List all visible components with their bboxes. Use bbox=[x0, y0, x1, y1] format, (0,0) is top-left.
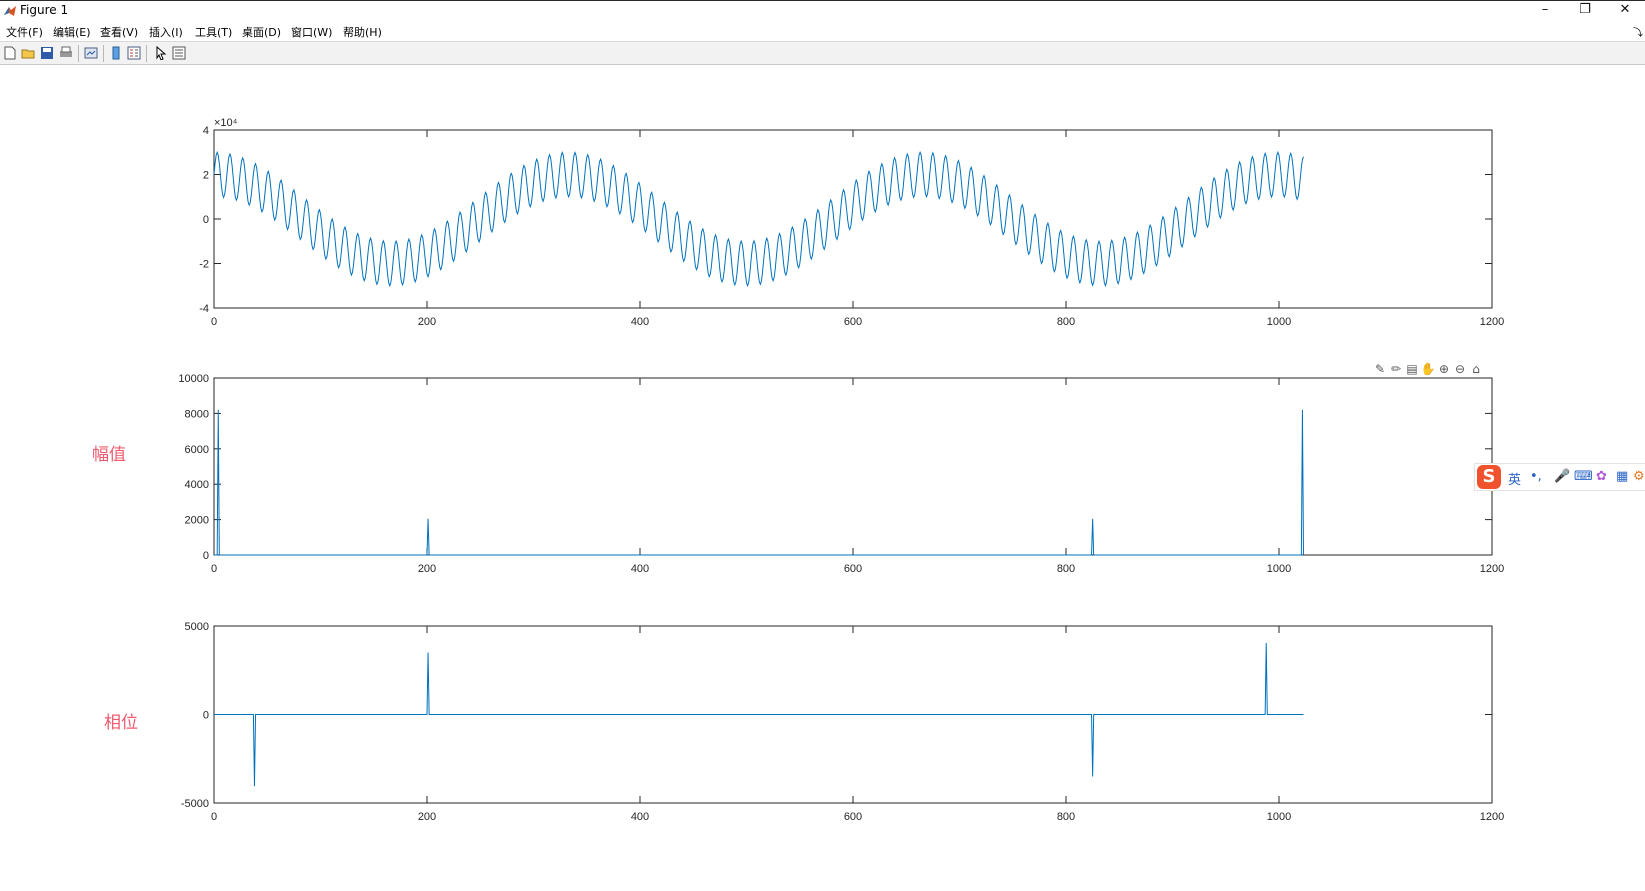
property-inspector-icon[interactable] bbox=[172, 46, 186, 60]
print-icon[interactable] bbox=[59, 46, 73, 60]
y-tick-label: 6000 bbox=[185, 444, 209, 456]
y-tick-label: 2 bbox=[203, 170, 209, 182]
axes-box bbox=[213, 377, 1493, 556]
x-tick-label: 400 bbox=[631, 316, 649, 328]
x-tick-label: 400 bbox=[631, 811, 649, 823]
x-tick-label: 1000 bbox=[1267, 811, 1291, 823]
x-tick-label: 400 bbox=[631, 563, 649, 575]
magnitude-label: 幅值 bbox=[92, 445, 126, 465]
x-tick-label: 200 bbox=[418, 563, 436, 575]
sogou-logo-icon[interactable]: S bbox=[1477, 465, 1501, 489]
keyboard-icon[interactable]: ⌨ bbox=[1574, 469, 1593, 484]
x-tick-label: 600 bbox=[844, 811, 862, 823]
x-tick-label: 200 bbox=[418, 316, 436, 328]
x-tick-label: 1200 bbox=[1480, 811, 1504, 823]
y-exponent-label: ×10⁴ bbox=[214, 117, 238, 129]
menu-edit[interactable]: 编辑(E) bbox=[53, 24, 91, 40]
menu-tools[interactable]: 工具(T) bbox=[195, 24, 232, 40]
figure-canvas: 0 200 400 600 800 1000 1200 -4 -2 0 2 4 ×10⁴ 0 200 400 6… bbox=[0, 65, 1645, 887]
insert-legend-icon[interactable] bbox=[127, 46, 141, 60]
x-tick-label: 800 bbox=[1057, 563, 1075, 575]
y-tick-label: 5000 bbox=[185, 621, 209, 633]
y-tick-label: 2000 bbox=[185, 515, 209, 527]
window-title: Figure 1 bbox=[20, 3, 69, 17]
link-plot-icon[interactable] bbox=[84, 46, 98, 60]
menu-help[interactable]: 帮助(H) bbox=[343, 24, 382, 40]
menu-view[interactable]: 查看(V) bbox=[100, 24, 138, 40]
y-tick-label: -5000 bbox=[181, 798, 209, 810]
edit-plot-icon[interactable] bbox=[154, 46, 168, 60]
x-tick-label: 800 bbox=[1057, 811, 1075, 823]
y-tick-label: 10000 bbox=[178, 373, 209, 385]
menu-insert[interactable]: 插入(I) bbox=[149, 24, 183, 40]
microphone-icon[interactable]: 🎤 bbox=[1554, 469, 1570, 484]
ime-mode-toggle[interactable]: 英 bbox=[1508, 469, 1521, 488]
save-icon[interactable] bbox=[40, 46, 54, 60]
figure-toolbar bbox=[0, 41, 1645, 65]
brush-icon[interactable]: ✏ bbox=[1388, 361, 1404, 377]
x-tick-label: 0 bbox=[211, 563, 217, 575]
x-tick-label: 1000 bbox=[1267, 563, 1291, 575]
skin-icon[interactable]: ✿ bbox=[1596, 469, 1607, 484]
menu-file[interactable]: 文件(F) bbox=[6, 24, 43, 40]
menu-desktop[interactable]: 桌面(D) bbox=[242, 24, 281, 40]
ime-punct-toggle[interactable]: •, bbox=[1530, 469, 1542, 484]
zoom-out-icon[interactable]: ⊖ bbox=[1452, 361, 1468, 377]
x-tick-label: 1000 bbox=[1267, 316, 1291, 328]
x-tick-label: 600 bbox=[844, 316, 862, 328]
dock-arrow-icon[interactable]: ⤵ bbox=[1633, 24, 1643, 39]
axes-box bbox=[213, 129, 1493, 309]
x-tick-label: 200 bbox=[418, 811, 436, 823]
pan-icon[interactable]: ✋ bbox=[1420, 361, 1436, 377]
title-bar: Figure 1 – ❐ ✕ bbox=[0, 0, 1645, 21]
restore-icon[interactable]: ❐ bbox=[1565, 1, 1605, 21]
phase-label: 相位 bbox=[104, 713, 138, 733]
data-tips-icon[interactable]: ▤ bbox=[1404, 361, 1420, 377]
x-tick-label: 0 bbox=[211, 811, 217, 823]
y-tick-label: 0 bbox=[203, 550, 209, 562]
x-tick-label: 0 bbox=[211, 316, 217, 328]
settings-icon[interactable]: ⚙ bbox=[1633, 469, 1645, 484]
ime-toolbar: S 英 •, 🎤 ⌨ ✿ ▦ ⚙ bbox=[1474, 463, 1645, 491]
close-icon[interactable]: ✕ bbox=[1605, 1, 1645, 21]
subplot-2[interactable]: 0 200 400 600 800 1000 1200 0 2000 4000 6000 8000 10… bbox=[178, 373, 1504, 575]
x-tick-label: 1200 bbox=[1480, 316, 1504, 328]
subplot-3[interactable]: 0 200 400 600 800 1000 1200-500005000 bbox=[181, 621, 1504, 823]
insert-colorbar-icon[interactable] bbox=[109, 46, 123, 60]
new-figure-icon[interactable] bbox=[3, 46, 17, 60]
y-tick-label: 0 bbox=[203, 214, 209, 226]
x-tick-label: 800 bbox=[1057, 316, 1075, 328]
y-tick-label: 0 bbox=[203, 710, 209, 722]
matlab-icon bbox=[4, 6, 16, 16]
x-tick-label: 1200 bbox=[1480, 563, 1504, 575]
y-tick-label: 4 bbox=[203, 125, 209, 137]
plots-svg[interactable]: 0 200 400 600 800 1000 1200 -4 -2 0 2 4 ×10⁴ 0 200 400 6… bbox=[0, 65, 1645, 887]
axes-toolbar: ✎ ✏ ▤ ✋ ⊕ ⊖ ⌂ bbox=[1372, 358, 1484, 377]
y-tick-label: -2 bbox=[199, 259, 209, 271]
home-icon[interactable]: ⌂ bbox=[1468, 361, 1484, 377]
minimize-icon[interactable]: – bbox=[1525, 1, 1565, 21]
menu-bar: 文件(F) 编辑(E) 查看(V) 插入(I) 工具(T) 桌面(D) 窗口(W… bbox=[0, 21, 1645, 41]
subplot-1[interactable]: 0 200 400 600 800 1000 1200 -4 -2 0 2 4 ×10⁴ bbox=[199, 117, 1504, 328]
menu-window[interactable]: 窗口(W) bbox=[291, 24, 332, 40]
y-tick-label: 8000 bbox=[185, 408, 209, 420]
toolbox-icon[interactable]: ▦ bbox=[1616, 469, 1628, 484]
export-icon[interactable]: ✎ bbox=[1372, 361, 1388, 377]
y-tick-label: 4000 bbox=[185, 479, 209, 491]
zoom-in-icon[interactable]: ⊕ bbox=[1436, 361, 1452, 377]
open-file-icon[interactable] bbox=[21, 46, 35, 60]
x-tick-label: 600 bbox=[844, 563, 862, 575]
y-tick-label: -4 bbox=[199, 303, 209, 315]
